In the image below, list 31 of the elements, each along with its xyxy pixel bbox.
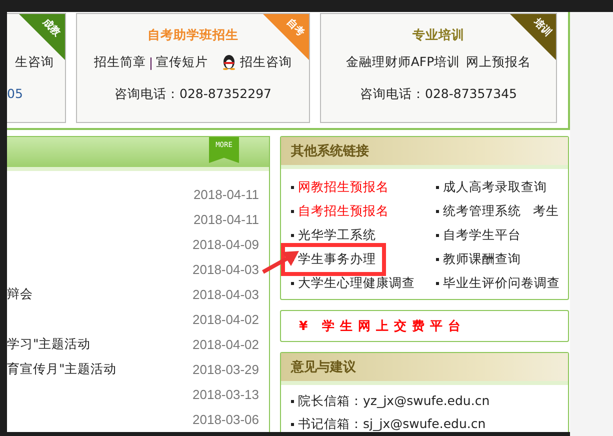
news-date: 2018-04-02 <box>192 337 259 352</box>
mailbox-link[interactable]: 院长信箱：yz_jx@swufe.edu.cn <box>298 393 490 410</box>
card-title: 专业培训 <box>412 27 464 44</box>
phone-text: 咨询电话：028-87357345 <box>360 86 517 103</box>
phone-text: 咨询电话：028-87352297 <box>114 86 272 103</box>
news-date: 2018-04-11 <box>193 212 259 227</box>
payment-link[interactable]: ¥ 学生网上交费平台 <box>280 310 569 342</box>
system-link[interactable]: 考生 <box>533 202 559 220</box>
card-title: 自考助学班招生 <box>148 27 238 44</box>
news-date: 2018-03-06 <box>192 412 259 427</box>
card-link[interactable]: 宣传短片 <box>156 54 208 70</box>
news-date: 2018-03-29 <box>192 362 259 377</box>
news-title[interactable]: 辩会 <box>7 286 33 303</box>
news-date: 2018-04-03 <box>192 287 259 302</box>
panel-title: 其他系统链接 <box>281 137 568 169</box>
penguin-icon <box>222 54 236 70</box>
arrow <box>262 251 299 274</box>
card-link[interactable]: 招生简章 <box>94 54 146 70</box>
news-date: 2018-04-03 <box>192 262 259 277</box>
system-link[interactable]: 学生事务办理 <box>281 242 386 276</box>
news-date: 2018-04-11 <box>193 187 259 202</box>
news-date: 2018-04-09 <box>192 237 259 252</box>
news-title[interactable]: 育宣传月"主题活动 <box>7 361 117 378</box>
news-title[interactable]: 学习"主题活动 <box>7 336 91 353</box>
news-date: 2018-04-02 <box>192 312 259 327</box>
card-link[interactable]: 金融理财师AFP培训 <box>346 54 460 70</box>
separator: | <box>148 54 154 70</box>
mailbox-link[interactable]: 书记信箱：sj_jx@swufe.edu.cn <box>298 416 486 432</box>
news-date: 2018-03-13 <box>192 387 259 402</box>
panel-title: 意见与建议 <box>281 353 568 385</box>
phone-text: 05 <box>7 86 23 101</box>
